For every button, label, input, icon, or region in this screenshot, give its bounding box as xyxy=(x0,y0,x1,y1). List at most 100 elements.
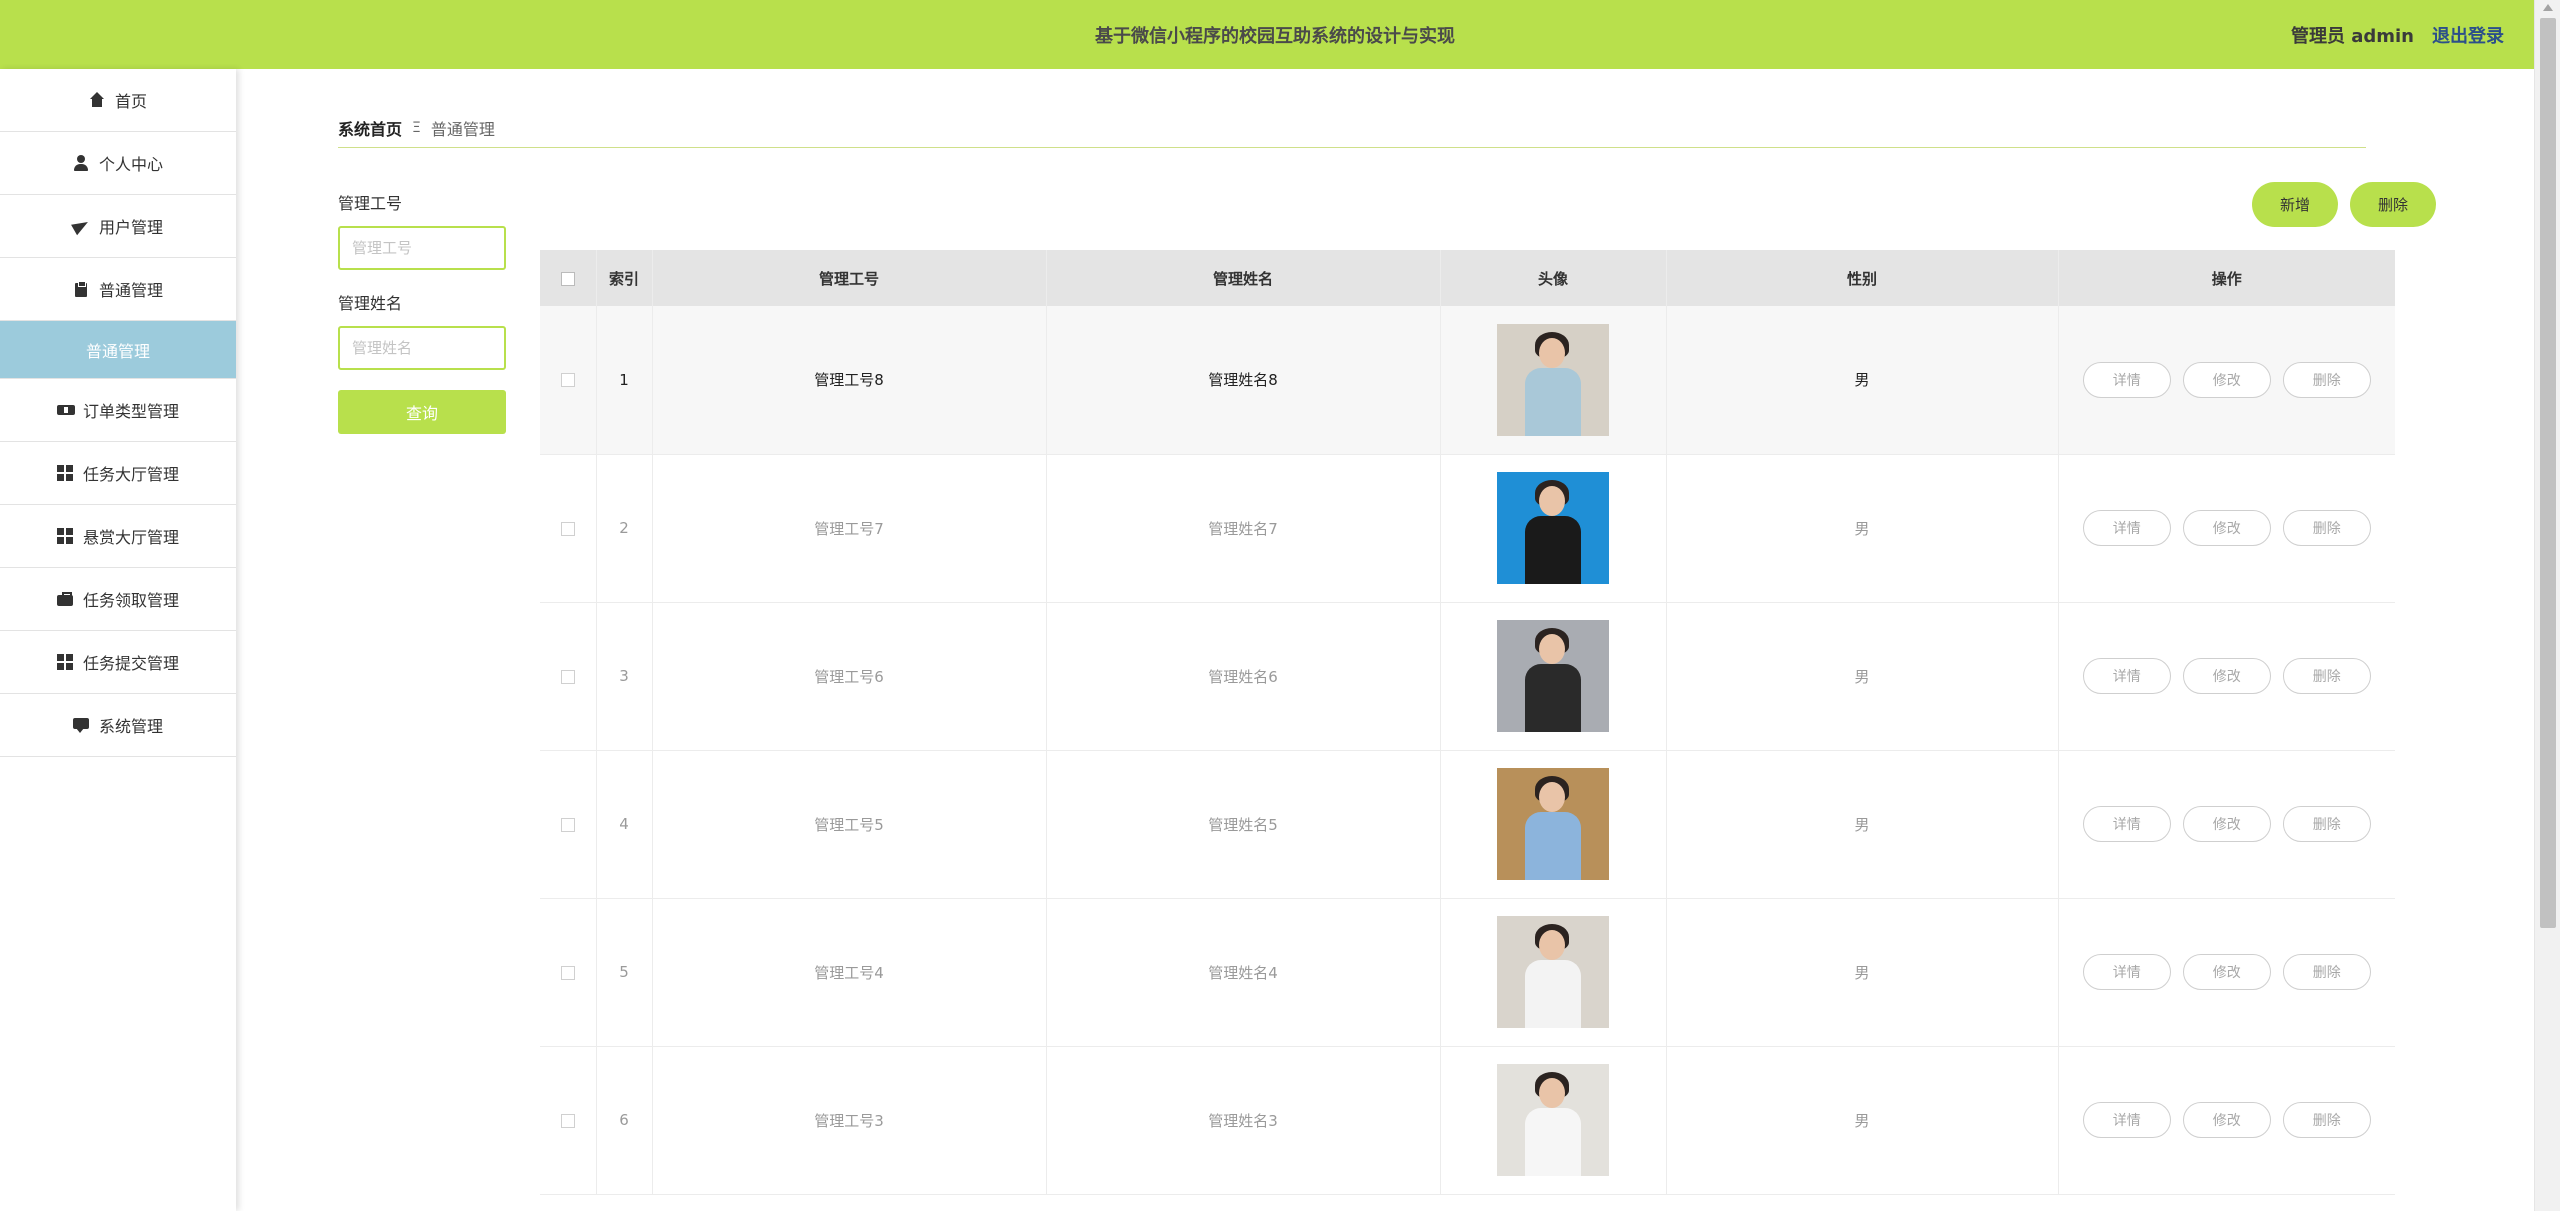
row-avatar-cell xyxy=(1440,898,1667,1047)
scrollbar-thumb[interactable] xyxy=(2540,18,2556,928)
row-select-cell[interactable] xyxy=(540,306,597,455)
select-all-checkbox[interactable] xyxy=(560,271,575,286)
avatar-body xyxy=(1525,960,1581,1028)
row-checkbox[interactable] xyxy=(560,521,575,536)
sidebar: 首页 个人中心 用户管理 普通管理 普通管理 订单类型管理 任务大厅管理 悬赏大… xyxy=(0,69,236,1211)
breadcrumb-current: 普通管理 xyxy=(430,119,495,139)
admin-id-input[interactable] xyxy=(338,226,506,270)
row-select-cell[interactable] xyxy=(540,602,597,751)
row-admin-id: 管理工号6 xyxy=(652,602,1047,751)
detail-button[interactable]: 详情 xyxy=(2082,806,2171,842)
row-avatar-cell xyxy=(1440,306,1667,455)
delete-button[interactable]: 删除 xyxy=(2282,1102,2371,1138)
col-admin-id: 管理工号 xyxy=(652,250,1047,306)
sidebar-item-reward-hall[interactable]: 悬赏大厅管理 xyxy=(0,505,236,568)
user-icon xyxy=(73,155,89,171)
breadcrumb-separator-icon: Ξ xyxy=(412,119,421,136)
sidebar-item-profile[interactable]: 个人中心 xyxy=(0,132,236,195)
sidebar-item-label: 普通管理 xyxy=(98,281,163,300)
ticket-icon xyxy=(56,402,75,418)
app-title: 基于微信小程序的校园互助系统的设计与实现 xyxy=(1095,25,1455,47)
row-admin-id: 管理工号8 xyxy=(652,306,1047,455)
detail-button[interactable]: 详情 xyxy=(2082,658,2171,694)
edit-button[interactable]: 修改 xyxy=(2182,806,2271,842)
sidebar-item-admins[interactable]: 普通管理 xyxy=(0,258,236,321)
row-index: 1 xyxy=(596,306,653,455)
detail-button[interactable]: 详情 xyxy=(2082,954,2171,990)
detail-button[interactable]: 详情 xyxy=(2082,1102,2171,1138)
row-index: 3 xyxy=(596,602,653,751)
sidebar-item-order-types[interactable]: 订单类型管理 xyxy=(0,379,236,442)
row-avatar-cell xyxy=(1440,602,1667,751)
row-select-cell[interactable] xyxy=(540,750,597,899)
row-avatar-cell xyxy=(1440,1046,1667,1195)
delete-button[interactable]: 删除 xyxy=(2282,361,2371,398)
avatar-head xyxy=(1539,634,1565,664)
row-select-cell[interactable] xyxy=(540,1046,597,1195)
row-index: 4 xyxy=(596,750,653,899)
edit-button[interactable]: 修改 xyxy=(2182,658,2271,694)
sidebar-item-system[interactable]: 系统管理 xyxy=(0,694,236,757)
delete-button[interactable]: 删除 xyxy=(2282,954,2371,990)
row-admin-id: 管理工号7 xyxy=(652,454,1047,603)
sidebar-item-task-hall[interactable]: 任务大厅管理 xyxy=(0,442,236,505)
admin-name-input[interactable] xyxy=(338,326,506,370)
row-checkbox[interactable] xyxy=(560,817,575,832)
edit-button[interactable]: 修改 xyxy=(2182,361,2271,398)
page-scrollbar[interactable] xyxy=(2534,0,2560,1211)
row-avatar-cell xyxy=(1440,454,1667,603)
user-area: 管理员 admin 退出登录 xyxy=(2291,22,2504,48)
chat-icon xyxy=(72,717,89,733)
sidebar-item-home[interactable]: 首页 xyxy=(0,69,236,132)
row-checkbox[interactable] xyxy=(560,373,575,388)
logout-link[interactable]: 退出登录 xyxy=(2432,22,2504,48)
row-select-cell[interactable] xyxy=(540,898,597,1047)
scroll-up-arrow-icon[interactable] xyxy=(2543,4,2553,11)
sidebar-subitem-admins[interactable]: 普通管理 xyxy=(0,321,236,379)
row-action-group: 详情 修改 删除 xyxy=(2082,806,2371,842)
admin-id-label: 管理工号 xyxy=(338,194,403,213)
avatar-body xyxy=(1525,812,1581,880)
row-actions: 详情 修改 删除 xyxy=(2058,750,2395,899)
row-actions: 详情 修改 删除 xyxy=(2058,454,2395,603)
row-checkbox[interactable] xyxy=(560,1113,575,1128)
sidebar-item-users[interactable]: 用户管理 xyxy=(0,195,236,258)
edit-button[interactable]: 修改 xyxy=(2182,1102,2271,1138)
row-admin-id: 管理工号5 xyxy=(652,750,1047,899)
table-row: 1 管理工号8 管理姓名8 男 详情 修改 删除 xyxy=(540,306,2395,455)
row-select-cell[interactable] xyxy=(540,454,597,603)
row-actions: 详情 修改 删除 xyxy=(2058,602,2395,751)
row-checkbox[interactable] xyxy=(560,965,575,980)
sidebar-item-label: 悬赏大厅管理 xyxy=(82,528,179,547)
sidebar-item-task-claim[interactable]: 任务领取管理 xyxy=(0,568,236,631)
detail-button[interactable]: 详情 xyxy=(2082,361,2171,398)
clipboard-icon xyxy=(73,281,89,297)
delete-button[interactable]: 删除 xyxy=(2282,510,2371,546)
sidebar-item-label: 普通管理 xyxy=(85,341,150,361)
row-avatar-cell xyxy=(1440,750,1667,899)
table-header-row: 索引 管理工号 管理姓名 头像 性别 操作 xyxy=(540,250,2395,306)
sidebar-item-label: 订单类型管理 xyxy=(82,402,179,421)
row-admin-name: 管理姓名4 xyxy=(1046,898,1441,1047)
delete-button[interactable]: 删除 xyxy=(2282,658,2371,694)
search-button[interactable]: 查询 xyxy=(338,390,506,434)
row-admin-name: 管理姓名6 xyxy=(1046,602,1441,751)
top-header: 基于微信小程序的校园互助系统的设计与实现 管理员 admin 退出登录 xyxy=(0,0,2534,69)
add-button[interactable]: 新增 xyxy=(2252,182,2338,227)
sidebar-item-label: 个人中心 xyxy=(98,155,163,174)
row-checkbox[interactable] xyxy=(560,669,575,684)
avatar xyxy=(1497,620,1609,732)
sidebar-item-task-submit[interactable]: 任务提交管理 xyxy=(0,631,236,694)
bulk-delete-button[interactable]: 删除 xyxy=(2350,182,2436,227)
edit-button[interactable]: 修改 xyxy=(2182,510,2271,546)
delete-button[interactable]: 删除 xyxy=(2282,806,2371,842)
breadcrumb-home[interactable]: 系统首页 xyxy=(338,116,402,140)
detail-button[interactable]: 详情 xyxy=(2082,510,2171,546)
edit-button[interactable]: 修改 xyxy=(2182,954,2271,990)
table-row: 3 管理工号6 管理姓名6 男 详情 修改 删除 xyxy=(540,602,2395,751)
row-admin-name: 管理姓名8 xyxy=(1046,306,1441,455)
row-action-group: 详情 修改 删除 xyxy=(2082,954,2371,990)
col-actions: 操作 xyxy=(2211,269,2242,288)
select-all-cell[interactable] xyxy=(540,250,597,306)
col-index: 索引 xyxy=(596,250,653,306)
